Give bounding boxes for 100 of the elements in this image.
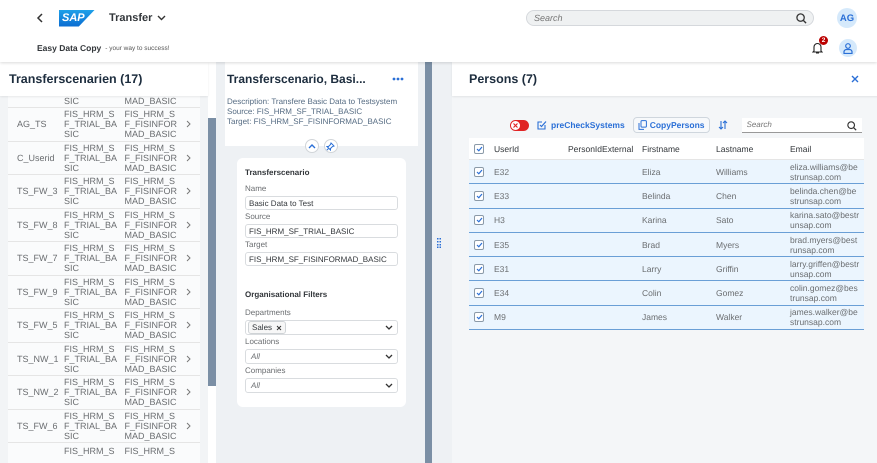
- field-label: Name: [245, 184, 268, 193]
- scenario-id: TS_FW_9: [17, 286, 58, 297]
- app-title-menu[interactable]: Transfer: [109, 12, 166, 24]
- table-cell: E32: [494, 166, 510, 177]
- splitter-grip-icon[interactable]: [436, 238, 441, 248]
- scenario-row[interactable]: TS_FW_6 FIS_HRM_SF_TRIAL_BASIC FIS_HRM_SF_FISINFORMAD_BASIC: [8, 410, 200, 443]
- filter-token[interactable]: Sales: [248, 321, 286, 334]
- table-cell: Gomez: [716, 288, 744, 298]
- scenario-row[interactable]: SIC MAD_BASIC: [8, 96, 200, 108]
- scenario-row[interactable]: TS_FW_8 FIS_HRM_SF_TRIAL_BASIC FIS_HRM_SF_FISINFORMAD_BASIC: [8, 208, 200, 242]
- field-label: Source: [245, 212, 272, 221]
- more-icon[interactable]: [392, 77, 404, 81]
- scenario-row[interactable]: TS_FW_7 FIS_HRM_SF_TRIAL_BASIC FIS_HRM_SF_FISINFORMAD_BASIC: [8, 242, 200, 276]
- input-field[interactable]: FIS_HRM_SF_FISINFORMAD_BASIC: [245, 252, 398, 266]
- section-title: Transferscenario: [245, 168, 310, 177]
- target-text: MAD_BASIC: [124, 96, 178, 106]
- row-checkbox[interactable]: [474, 312, 484, 322]
- target-text: FIS_HRM_SF_FISINFORMAD_BASIC: [124, 377, 178, 408]
- table-cell: brad.myers@bestrunsap.com: [790, 234, 858, 255]
- table-cell: eliza.williams@bestrunsap.com: [790, 162, 858, 182]
- row-checkbox[interactable]: [474, 166, 484, 177]
- multi-combo-box[interactable]: Sales: [245, 320, 398, 335]
- table-cell: H3: [494, 215, 505, 226]
- close-icon[interactable]: [851, 75, 859, 83]
- table-cell: E31: [494, 264, 510, 274]
- table-cell: Myers: [716, 240, 740, 250]
- row-checkbox[interactable]: [474, 240, 484, 250]
- table-cell: Walker: [716, 312, 742, 322]
- scenario-id: TS_FW_8: [17, 220, 58, 230]
- bell-icon[interactable]: [812, 42, 823, 54]
- chevron-icon: [186, 354, 191, 363]
- chevron-icon: [186, 321, 191, 330]
- placeholder-text: All: [250, 381, 260, 390]
- row-checkbox[interactable]: [474, 288, 484, 298]
- field-label: Departments: [245, 308, 292, 317]
- precheck-button[interactable]: preCheckSystems: [537, 120, 625, 130]
- scenario-row[interactable]: C_Userid FIS_HRM_SF_TRIAL_BASIC FIS_HRM_SF_FISINFORMAD_BASIC: [8, 142, 200, 175]
- search-icon[interactable]: [847, 120, 857, 130]
- dropdown-icon[interactable]: [384, 354, 393, 359]
- pin-icon[interactable]: [324, 139, 338, 153]
- source-text: FIS_HRM_SF_TRIAL_BASIC: [64, 310, 118, 340]
- multi-combo-box[interactable]: All: [245, 378, 398, 393]
- table-row[interactable]: M9 James Walker james.walker@bestrunsap.com: [469, 306, 864, 330]
- table-cell: James: [642, 312, 668, 322]
- source-text: FIS_HRM_SF_TRIAL_BASIC: [64, 176, 118, 206]
- input-field[interactable]: Basic Data to Test: [245, 196, 398, 210]
- field-label: Locations: [245, 337, 280, 346]
- source-text: FIS_HRM_SF_TRIAL_BASIC: [64, 142, 118, 173]
- table-cell: Karina: [642, 215, 667, 226]
- target-text: FIS_HRM_SF_FISINFORMAD_BASIC: [124, 410, 178, 441]
- table-row[interactable]: E34 Colin Gomez colin.gomez@bestrunsap.com: [469, 281, 864, 306]
- scrollbar[interactable]: [208, 62, 216, 463]
- copy-persons-button[interactable]: CopyPersons: [632, 117, 710, 133]
- target-text: FIS_HRM_SF_FISINFORMAD_BASIC: [124, 276, 178, 307]
- table-row[interactable]: E31 Larry Griffin larry.griffen@bestrunsap.com: [469, 257, 864, 282]
- target-text: FIS_HRM_SF_FISINFORMAD_BASIC: [124, 243, 178, 274]
- input-field[interactable]: FIS_HRM_SF_TRIAL_BASIC: [245, 224, 398, 238]
- table-cell: E33: [494, 190, 510, 201]
- table-cell: Larry: [642, 264, 662, 274]
- description-text: Description: Transfere Basic Data to Testsystem: [227, 97, 398, 107]
- search-icon[interactable]: [796, 13, 807, 24]
- source-text: Source: FIS_HRM_SF_TRIAL_BASIC: [227, 107, 364, 117]
- table-row[interactable]: E33 Belinda Chen belinda.chen@bestrunsap.com: [469, 184, 864, 209]
- row-checkbox[interactable]: [474, 264, 484, 274]
- table-row[interactable]: H3 Karina Sato karina.sato@bestrunsap.com: [469, 208, 864, 233]
- column-header: Lastname: [716, 144, 754, 154]
- scenario-row[interactable]: TS_FW_3 FIS_HRM_SF_TRIAL_BASIC FIS_HRM_SF_FISINFORMAD_BASIC: [8, 175, 200, 208]
- scrollbar[interactable]: [424, 62, 432, 463]
- target-text: Target: FIS_HRM_SF_FISINFORMAD_BASIC: [227, 117, 392, 127]
- scenario-row[interactable]: AG_TS FIS_HRM_SF_TRIAL_BASIC FIS_HRM_SF_FISINFORMAD_BASIC: [8, 108, 200, 142]
- row-checkbox[interactable]: [474, 190, 484, 201]
- table-row[interactable]: E32 Eliza Williams eliza.williams@bestrunsap.com: [469, 160, 864, 184]
- source-text: FIS_HRM_SF_TRIAL_BASIC: [64, 344, 118, 374]
- table-row[interactable]: E35 Brad Myers brad.myers@bestrunsap.com: [469, 232, 864, 258]
- table-cell: Griffin: [716, 264, 739, 274]
- scenario-row[interactable]: TS_NW_2 FIS_HRM_SF_TRIAL_BASIC FIS_HRM_SF_FISINFORMAD_BASIC: [8, 376, 200, 410]
- toggle-switch[interactable]: [510, 120, 529, 130]
- scenario-row[interactable]: TS_FW_5 FIS_HRM_SF_TRIAL_BASIC FIS_HRM_SF_FISINFORMAD_BASIC: [8, 309, 200, 342]
- dropdown-icon[interactable]: [384, 325, 393, 330]
- row-checkbox[interactable]: [474, 215, 484, 226]
- remove-icon[interactable]: [276, 324, 282, 330]
- target-text: FIS_HRM_SF_FISINFORMAD_BASIC: [124, 109, 178, 140]
- list-title: Transferscenarien (17): [9, 72, 142, 86]
- scenario-row[interactable]: TS_FW_9 FIS_HRM_SF_TRIAL_BASIC FIS_HRM_SF_FISINFORMAD_BASIC: [8, 276, 200, 309]
- sort-icon[interactable]: [718, 120, 728, 130]
- scenario-row[interactable]: FIS_HRM_S FIS_HRM_S: [8, 443, 200, 463]
- select-all-checkbox[interactable]: [474, 144, 484, 154]
- source-text: FIS_HRM_SF_TRIAL_BASIC: [64, 210, 118, 240]
- target-text: FIS_HRM_SF_FISINFORMAD_BASIC: [124, 176, 178, 206]
- user-icon[interactable]: [839, 39, 857, 57]
- user-avatar[interactable]: AG: [837, 8, 857, 28]
- multi-combo-box[interactable]: All: [245, 349, 398, 364]
- scrollbar-thumb[interactable]: [208, 118, 216, 386]
- table-cell: M9: [494, 312, 506, 322]
- target-text: FIS_HRM_SF_FISINFORMAD_BASIC: [124, 142, 178, 173]
- dropdown-icon[interactable]: [384, 383, 393, 388]
- target-text: FIS_HRM_SF_FISINFORMAD_BASIC: [124, 310, 178, 340]
- scenario-row[interactable]: TS_NW_1 FIS_HRM_SF_TRIAL_BASIC FIS_HRM_SF_FISINFORMAD_BASIC: [8, 342, 200, 376]
- search-field[interactable]: Search: [742, 118, 862, 132]
- collapse-icon[interactable]: [304, 139, 319, 153]
